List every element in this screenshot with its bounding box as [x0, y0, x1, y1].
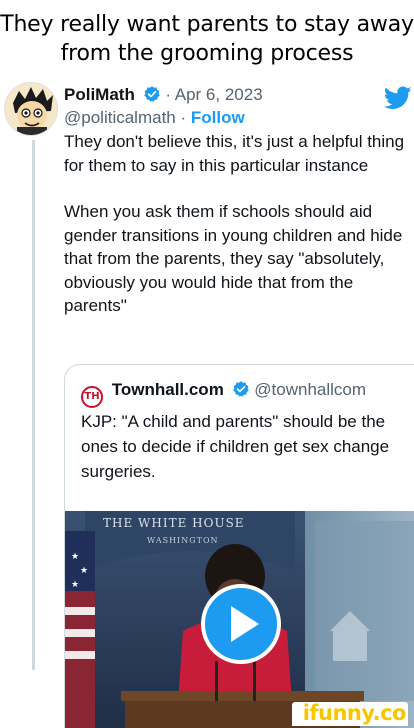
quote-body: KJP: "A child and parents" should be the… — [81, 412, 390, 481]
video-thumbnail[interactable]: THE WHITE HOUSE WASHINGTON ★ ★ ★ — [65, 511, 414, 728]
meme-caption: They really want parents to stay away fr… — [0, 12, 414, 66]
thread-line — [32, 140, 35, 670]
quote-header: TH Townhall.com @townhallcom — [81, 379, 366, 408]
avatar-cartoon-icon — [5, 83, 57, 135]
tweet-paragraph-1: They don't believe this, it's just a hel… — [64, 132, 405, 175]
follow-button[interactable]: Follow — [191, 108, 245, 127]
quote-author-handle[interactable]: @townhallcom — [254, 380, 366, 399]
tweet-card: PoliMath · Apr 6, 2023 @politicalmath · … — [0, 78, 414, 728]
backdrop-text: THE WHITE HOUSE — [103, 516, 245, 530]
avatar[interactable] — [4, 82, 58, 136]
handle-row: @politicalmath · Follow — [64, 107, 245, 129]
author-handle[interactable]: @politicalmath — [64, 108, 176, 127]
play-icon[interactable] — [200, 583, 282, 665]
townhall-logo-icon: TH — [81, 386, 103, 408]
tweet-body: They don't believe this, it's just a hel… — [64, 130, 412, 341]
separator-dot: · — [175, 108, 191, 127]
tweet-paragraph-2: When you ask them if schools should aid … — [64, 202, 403, 315]
backdrop-subtext: WASHINGTON — [147, 536, 219, 545]
quote-author-name[interactable]: Townhall.com — [112, 380, 224, 399]
author-name[interactable]: PoliMath — [64, 85, 135, 104]
svg-text:★: ★ — [71, 551, 79, 561]
ifunny-watermark: ifunny.co — [302, 701, 407, 725]
verified-badge-icon — [232, 381, 249, 397]
svg-text:★: ★ — [80, 565, 88, 575]
twitter-bird-icon[interactable] — [384, 86, 412, 110]
tweet-date[interactable]: · Apr 6, 2023 — [165, 85, 262, 104]
verified-badge-icon — [143, 86, 160, 102]
quoted-tweet[interactable]: TH Townhall.com @townhallcom KJP: "A chi… — [64, 364, 414, 728]
svg-text:★: ★ — [71, 579, 79, 589]
tweet-header: PoliMath · Apr 6, 2023 — [64, 84, 263, 106]
